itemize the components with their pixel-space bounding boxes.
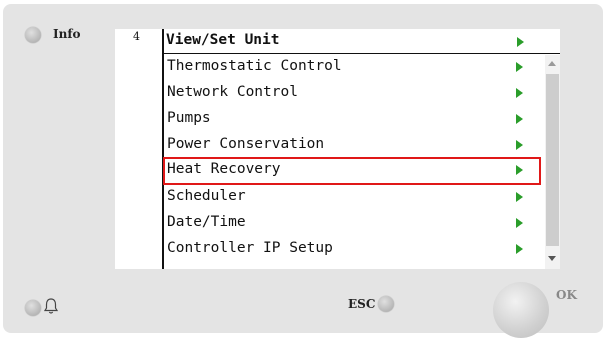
- page-number: 4: [133, 30, 140, 43]
- menu-item-label: Pumps: [167, 110, 211, 126]
- play-arrow-icon: [516, 244, 523, 254]
- ok-label: OK: [556, 288, 577, 302]
- menu-item-network-control[interactable]: Network Control: [164, 81, 540, 105]
- controller-panel: Info 4 View/Set Unit Thermostatic Contro…: [3, 4, 603, 338]
- play-arrow-icon: [516, 218, 523, 228]
- play-arrow-icon: [516, 62, 523, 72]
- menu-item-thermostatic-control[interactable]: Thermostatic Control: [164, 55, 540, 79]
- header-divider: [162, 53, 560, 54]
- menu-item-label: Network Control: [167, 84, 298, 100]
- menu-item-controller-ip-setup[interactable]: Controller IP Setup: [164, 237, 540, 261]
- menu-item-power-conservation[interactable]: Power Conservation: [164, 133, 540, 157]
- scrollbar-thumb[interactable]: [546, 74, 559, 246]
- play-arrow-icon: [516, 192, 523, 202]
- ok-knob[interactable]: [493, 282, 549, 338]
- play-arrow-icon: [516, 140, 523, 150]
- menu-item-label: Power Conservation: [167, 136, 325, 152]
- play-arrow-icon: [516, 165, 523, 175]
- esc-label: ESC: [348, 297, 376, 311]
- alarm-led[interactable]: [25, 300, 41, 316]
- bell-icon[interactable]: [43, 297, 59, 315]
- esc-button[interactable]: [378, 296, 394, 312]
- menu-item-label: Heat Recovery: [167, 161, 281, 177]
- info-led[interactable]: [25, 27, 41, 43]
- menu-item-pumps[interactable]: Pumps: [164, 107, 540, 131]
- play-arrow-icon: [517, 37, 524, 47]
- menu-item-label: Thermostatic Control: [167, 58, 342, 74]
- menu-title: View/Set Unit: [166, 32, 280, 48]
- menu-item-scheduler[interactable]: Scheduler: [164, 185, 540, 209]
- menu-item-heat-recovery[interactable]: Heat Recovery: [163, 157, 541, 185]
- play-arrow-icon: [516, 114, 523, 124]
- play-arrow-icon: [516, 88, 523, 98]
- menu-item-date-time[interactable]: Date/Time: [164, 211, 540, 235]
- menu-item-label: Scheduler: [167, 188, 246, 204]
- scrollbar[interactable]: [545, 55, 560, 269]
- menu-item-label: Controller IP Setup: [167, 240, 333, 256]
- scroll-down-icon[interactable]: [548, 256, 556, 261]
- scroll-up-icon[interactable]: [548, 61, 556, 66]
- info-label: Info: [53, 27, 81, 41]
- lcd-screen: 4 View/Set Unit Thermostatic Control Net…: [115, 29, 560, 269]
- menu-item-label: Date/Time: [167, 214, 246, 230]
